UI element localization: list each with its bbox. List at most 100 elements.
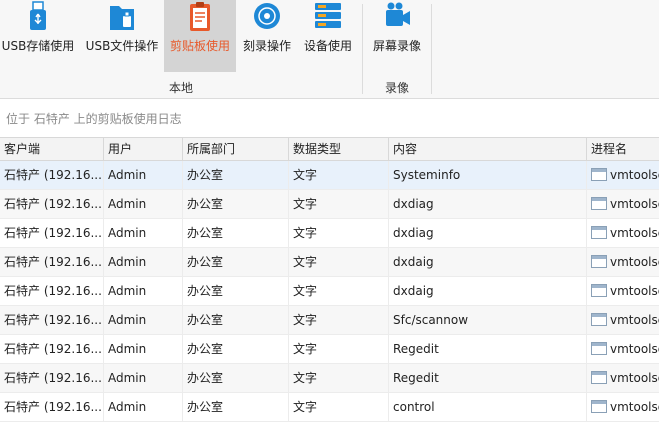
usb-storage-icon (30, 1, 46, 30)
cell-data-type: 文字 (289, 190, 389, 218)
process-name: vmtoolsd (610, 400, 659, 414)
cell-user: Admin (104, 277, 183, 305)
column-header-client[interactable]: 客户端 (0, 138, 104, 161)
cell-department: 办公室 (183, 393, 289, 421)
usb-folder-icon (110, 6, 134, 30)
cell-user: Admin (104, 161, 183, 189)
screen-record-icon (386, 2, 410, 26)
window-icon (591, 255, 607, 268)
clipboard-button[interactable]: 剪贴板使用 (164, 0, 236, 72)
cell-client: 石特产 (192.16... (0, 190, 104, 218)
cell-department: 办公室 (183, 248, 289, 276)
window-icon (591, 400, 607, 413)
cell-content: Regedit (389, 335, 587, 363)
column-header-data-type[interactable]: 数据类型 (289, 138, 389, 161)
process-name: vmtoolsd (610, 226, 659, 240)
burn-button[interactable]: 刻录操作 (238, 0, 296, 72)
cell-client: 石特产 (192.16... (0, 277, 104, 305)
window-icon (591, 342, 607, 355)
cell-process: vmtoolsd (587, 393, 659, 421)
group-divider (431, 4, 432, 94)
cell-data-type: 文字 (289, 335, 389, 363)
screen-record-button[interactable]: 屏幕录像 (367, 0, 427, 72)
burn-label: 刻录操作 (242, 39, 291, 53)
process-name: vmtoolsd (610, 313, 659, 327)
table-row[interactable]: 石特产 (192.16... Admin 办公室 文字 dxdiag vmtoo… (0, 219, 659, 248)
cell-process: vmtoolsd (587, 335, 659, 363)
cell-client: 石特产 (192.16... (0, 219, 104, 247)
window-icon (591, 197, 607, 210)
cell-data-type: 文字 (289, 277, 389, 305)
window-icon (591, 313, 607, 326)
cell-department: 办公室 (183, 277, 289, 305)
column-header-content[interactable]: 内容 (389, 138, 587, 161)
log-caption: 位于 石特产 上的剪贴板使用日志 (6, 112, 182, 126)
group-label-local: 本地 (168, 81, 193, 95)
window-icon (591, 168, 607, 181)
disc-burn-icon (254, 3, 280, 29)
cell-content: Regedit (389, 364, 587, 392)
table-row[interactable]: 石特产 (192.16... Admin 办公室 文字 dxdaig vmtoo… (0, 277, 659, 306)
cell-user: Admin (104, 306, 183, 334)
cell-data-type: 文字 (289, 161, 389, 189)
table-row[interactable]: 石特产 (192.16... Admin 办公室 文字 dxdaig vmtoo… (0, 248, 659, 277)
device-button[interactable]: 设备使用 (298, 0, 358, 72)
cell-process: vmtoolsd (587, 219, 659, 247)
cell-process: vmtoolsd (587, 364, 659, 392)
group-divider (362, 4, 363, 94)
cell-department: 办公室 (183, 161, 289, 189)
cell-client: 石特产 (192.16... (0, 161, 104, 189)
cell-data-type: 文字 (289, 364, 389, 392)
column-header-user[interactable]: 用户 (104, 138, 183, 161)
usb-file-label: USB文件操作 (85, 39, 159, 53)
cell-process: vmtoolsd (587, 190, 659, 218)
cell-data-type: 文字 (289, 248, 389, 276)
table-row[interactable]: 石特产 (192.16... Admin 办公室 文字 control vmto… (0, 393, 659, 422)
table-row[interactable]: 石特产 (192.16... Admin 办公室 文字 dxdiag vmtoo… (0, 190, 659, 219)
device-label: 设备使用 (303, 39, 352, 53)
usb-file-button[interactable]: USB文件操作 (84, 0, 160, 72)
window-icon (591, 284, 607, 297)
cell-user: Admin (104, 364, 183, 392)
process-name: vmtoolsd (610, 168, 659, 182)
cell-content: dxdaig (389, 248, 587, 276)
process-name: vmtoolsd (610, 255, 659, 269)
cell-department: 办公室 (183, 190, 289, 218)
cell-content: control (389, 393, 587, 421)
column-header-department[interactable]: 所属部门 (183, 138, 289, 161)
cell-client: 石特产 (192.16... (0, 335, 104, 363)
cell-user: Admin (104, 335, 183, 363)
device-stack-icon (315, 3, 341, 28)
usb-storage-label: USB存储使用 (1, 39, 75, 53)
table-header: 客户端 用户 所属部门 数据类型 内容 进程名 (0, 137, 659, 161)
cell-client: 石特产 (192.16... (0, 364, 104, 392)
table-row[interactable]: 石特产 (192.16... Admin 办公室 文字 Sfc/scannow … (0, 306, 659, 335)
usb-storage-button[interactable]: USB存储使用 (0, 0, 76, 72)
cell-department: 办公室 (183, 364, 289, 392)
table-row[interactable]: 石特产 (192.16... Admin 办公室 文字 Systeminfo v… (0, 161, 659, 190)
ribbon-toolbar: USB存储使用 USB文件操作 剪贴板使用 刻录操作 设备使用 本地 屏幕录像 … (0, 0, 659, 99)
process-name: vmtoolsd (610, 197, 659, 211)
cell-user: Admin (104, 219, 183, 247)
cell-department: 办公室 (183, 335, 289, 363)
window-icon (591, 371, 607, 384)
process-name: vmtoolsd (610, 284, 659, 298)
cell-user: Admin (104, 190, 183, 218)
cell-data-type: 文字 (289, 393, 389, 421)
clipboard-icon (190, 2, 210, 31)
cell-client: 石特产 (192.16... (0, 306, 104, 334)
cell-content: dxdiag (389, 219, 587, 247)
cell-department: 办公室 (183, 219, 289, 247)
cell-content: Systeminfo (389, 161, 587, 189)
cell-process: vmtoolsd (587, 277, 659, 305)
cell-client: 石特产 (192.16... (0, 248, 104, 276)
column-header-process[interactable]: 进程名 (587, 138, 659, 161)
cell-data-type: 文字 (289, 219, 389, 247)
cell-user: Admin (104, 393, 183, 421)
cell-department: 办公室 (183, 306, 289, 334)
table-row[interactable]: 石特产 (192.16... Admin 办公室 文字 Regedit vmto… (0, 364, 659, 393)
window-icon (591, 226, 607, 239)
table-row[interactable]: 石特产 (192.16... Admin 办公室 文字 Regedit vmto… (0, 335, 659, 364)
clipboard-label: 剪贴板使用 (169, 39, 230, 53)
group-label-recording: 录像 (384, 81, 409, 95)
